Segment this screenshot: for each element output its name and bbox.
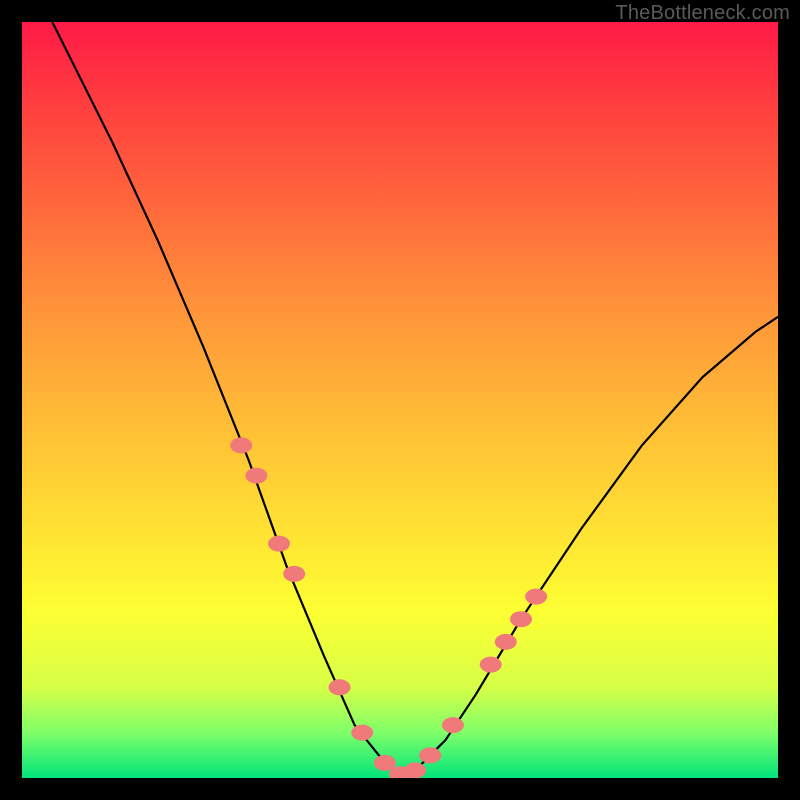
highlight-dot — [283, 566, 305, 582]
bottleneck-curve — [22, 22, 778, 774]
highlight-dot — [230, 437, 252, 453]
chart-frame: TheBottleneck.com — [0, 0, 800, 800]
highlight-dot — [329, 679, 351, 695]
highlight-dot — [245, 468, 267, 484]
highlight-dot — [404, 762, 426, 778]
watermark-text: TheBottleneck.com — [615, 2, 790, 25]
highlight-dot — [495, 634, 517, 650]
highlight-dot — [525, 589, 547, 605]
highlight-dot — [480, 657, 502, 673]
highlight-dot — [442, 717, 464, 733]
highlight-dot — [268, 536, 290, 552]
highlight-dot — [351, 725, 373, 741]
chart-svg — [22, 22, 778, 778]
highlight-dots-group — [230, 437, 547, 778]
highlight-dot — [419, 747, 441, 763]
highlight-dot — [510, 611, 532, 627]
chart-plot-area — [22, 22, 778, 778]
